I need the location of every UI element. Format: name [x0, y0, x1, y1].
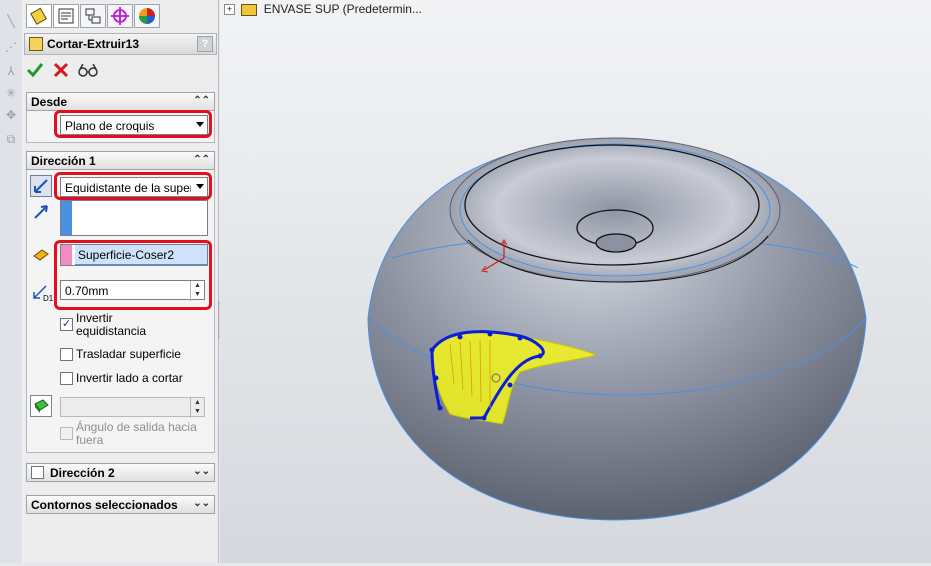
dotted-line-icon[interactable]: ⋰	[3, 40, 19, 54]
tab-display-manager[interactable]	[134, 4, 160, 28]
plane-icon[interactable]: ✥	[3, 108, 19, 122]
collapse-icon: ⌃⌃	[193, 154, 210, 165]
translate-surface-label: Trasladar superficie	[76, 347, 181, 361]
check-icon	[26, 63, 44, 78]
collapse-icon: ⌃⌃	[193, 95, 210, 106]
feature-tree-icon	[30, 7, 48, 25]
cut-extrude-icon	[29, 37, 43, 51]
spin-up-icon[interactable]: ▲	[191, 398, 204, 407]
section-title: Dirección 1	[31, 154, 96, 168]
cancel-button[interactable]	[52, 61, 70, 79]
x-icon	[53, 62, 69, 78]
graphics-viewport[interactable]	[220, 0, 931, 563]
direccion2-checkbox[interactable]	[31, 466, 44, 479]
tree-root-label: ENVASE SUP (Predetermin...	[263, 2, 422, 16]
display-manager-icon	[139, 8, 155, 24]
tab-feature-manager[interactable]	[26, 4, 52, 28]
selection-color-bar	[61, 201, 72, 235]
help-button[interactable]: ?	[197, 36, 213, 52]
3d-model-view[interactable]	[220, 0, 931, 563]
feature-title: Cortar-Extruir13	[47, 37, 140, 51]
point-icon[interactable]: ✳	[3, 86, 19, 100]
face-select-icon	[32, 246, 50, 264]
spin-down-icon[interactable]: ▼	[191, 407, 204, 416]
property-manager-icon	[58, 8, 74, 24]
line-icon[interactable]: ╲	[3, 14, 19, 28]
axis-icon[interactable]: ⅄	[3, 64, 19, 78]
section-header-direccion2[interactable]: Dirección 2 ⌄⌄	[26, 463, 215, 482]
translate-surface-checkbox[interactable]	[60, 348, 73, 361]
highlight-box	[54, 172, 212, 200]
reverse-direction-icon	[34, 179, 48, 193]
svg-text:D1: D1	[43, 294, 53, 302]
invert-offset-checkbox[interactable]: ✓	[60, 318, 73, 331]
reverse-direction-button[interactable]	[30, 175, 52, 197]
ok-button[interactable]	[26, 61, 44, 79]
section-title: Contornos seleccionados	[31, 498, 178, 512]
expand-icon: ⌄⌄	[193, 498, 210, 509]
section-title: Desde	[31, 95, 68, 109]
draft-outward-checkbox[interactable]	[60, 427, 73, 440]
configuration-icon	[85, 8, 101, 24]
tab-dimxpert[interactable]	[107, 4, 133, 28]
flip-side-checkbox[interactable]	[60, 372, 73, 385]
draft-outward-label: Ángulo de salida hacia fuera	[76, 420, 197, 447]
spinner[interactable]: ▲ ▼	[190, 398, 204, 418]
crosshair-icon	[111, 7, 129, 25]
section-title: Dirección 2	[50, 466, 115, 480]
feature-title-bar: Cortar-Extruir13 ?	[24, 33, 217, 55]
highlight-box	[54, 240, 212, 310]
expand-icon: ⌄⌄	[193, 466, 210, 477]
preview-button[interactable]	[78, 61, 98, 79]
section-header-contornos[interactable]: Contornos seleccionados ⌄⌄	[26, 495, 215, 514]
draft-angle-input[interactable]: ▲ ▼	[60, 397, 205, 418]
flip-side-label: Invertir lado a cortar	[76, 371, 183, 385]
tab-configuration-manager[interactable]	[80, 4, 106, 28]
draft-icon	[34, 399, 49, 413]
highlight-box	[54, 110, 212, 138]
feature-tree-root[interactable]: + ENVASE SUP (Predetermin...	[224, 2, 422, 16]
offset-distance-icon: D1	[31, 280, 54, 303]
mate-icon[interactable]: ⧉	[3, 132, 19, 146]
tab-property-manager[interactable]	[53, 4, 79, 28]
direction-vector-icon	[32, 203, 50, 221]
side-toolbar: ╲ ⋰ ⅄ ✳ ✥ ⧉	[0, 0, 23, 563]
part-icon	[241, 3, 258, 16]
section-header-desde[interactable]: Desde ⌃⌃	[26, 92, 215, 111]
section-header-direccion1[interactable]: Dirección 1 ⌃⌃	[26, 151, 215, 170]
draft-button[interactable]	[30, 395, 52, 417]
glasses-icon	[78, 63, 98, 77]
invert-offset-label: Invertir equidistancia	[76, 311, 147, 338]
expand-toggle[interactable]: +	[224, 4, 235, 16]
direction-vector-list[interactable]	[60, 200, 208, 236]
